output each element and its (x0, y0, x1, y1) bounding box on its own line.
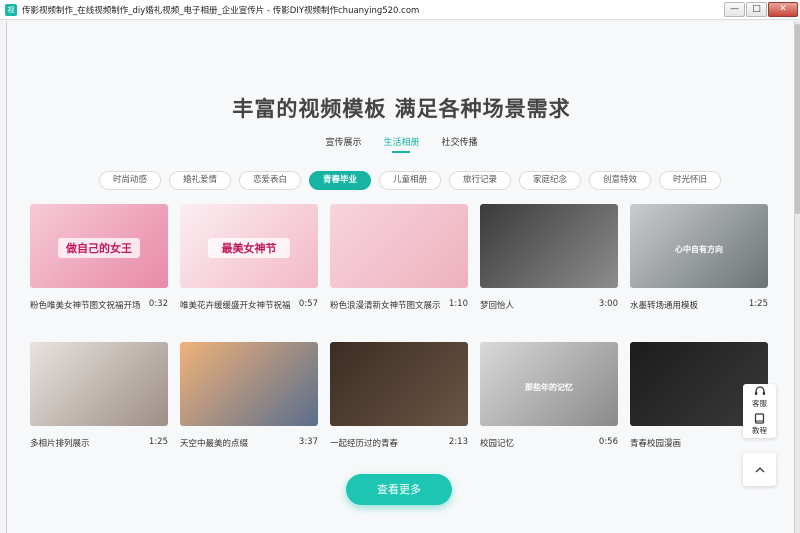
template-thumbnail[interactable] (480, 204, 618, 288)
card-meta: 粉色唯美女神节图文祝福开场 0:32 (30, 299, 168, 311)
card-meta: 天空中最美的点缀 3:37 (180, 437, 318, 449)
template-duration: 1:25 (748, 299, 768, 309)
template-caption: 水墨转场通用模板 (630, 301, 699, 311)
template-thumbnail[interactable] (330, 204, 468, 288)
window-titlebar: 视 传影视频制作_在线视频制作_diy婚礼视频_电子相册_企业宣传片 - 传影D… (0, 0, 800, 20)
content-frame: 丰富的视频模板 满足各种场景需求 宣传展示 生活相册 社交传播 时尚动感 婚礼爱情 恋爱… (6, 21, 795, 533)
card-meta: 青春校园漫画 (630, 437, 768, 449)
template-card[interactable]: 天空中最美的点缀 3:37 (180, 342, 318, 449)
template-duration: 3:37 (298, 437, 318, 447)
chip-5[interactable]: 旅行记录 (449, 171, 511, 190)
template-duration: 0:56 (598, 437, 618, 447)
template-card[interactable]: 一起经历过的青春 2:13 (330, 342, 468, 449)
chip-0[interactable]: 时尚动感 (99, 171, 161, 190)
thumbnail-text: 心中自有方向 (675, 244, 723, 254)
template-duration: 0:57 (298, 299, 318, 309)
template-thumbnail[interactable] (180, 342, 318, 426)
card-meta: 梦回怡人 3:00 (480, 299, 618, 311)
template-caption: 梦回怡人 (480, 301, 515, 311)
window-title: 传影视频制作_在线视频制作_diy婚礼视频_电子相册_企业宣传片 - 传影DIY… (22, 5, 420, 16)
template-card[interactable]: 粉色浪漫清新女神节图文展示 1:10 (330, 204, 468, 311)
chip-8[interactable]: 时光怀旧 (659, 171, 721, 190)
template-thumbnail[interactable] (330, 342, 468, 426)
headset-icon (754, 386, 765, 395)
template-thumbnail[interactable]: 最美女神节 (180, 204, 318, 288)
template-caption: 唯美花卉缓缓盛开女神节祝福 (180, 301, 290, 311)
chip-7[interactable]: 创意特效 (589, 171, 651, 190)
template-thumbnail[interactable]: 做自己的女王 (30, 204, 168, 288)
category-tabs: 宣传展示 生活相册 社交传播 (7, 135, 794, 153)
card-meta: 水墨转场通用模板 1:25 (630, 299, 768, 311)
book-icon (754, 413, 765, 424)
template-duration: 3:00 (598, 299, 618, 309)
template-thumbnail[interactable]: 那些年的记忆 (480, 342, 618, 426)
chevron-up-icon (755, 467, 764, 473)
template-caption: 青春校园漫画 (630, 439, 682, 449)
thumbnail-text: 最美女神节 (208, 238, 290, 258)
page-title: 丰富的视频模板 满足各种场景需求 (232, 97, 571, 121)
template-card[interactable]: 梦回怡人 3:00 (480, 204, 618, 311)
template-thumbnail[interactable]: 心中自有方向 (630, 204, 768, 288)
minimize-button[interactable]: — (724, 2, 745, 17)
view-more-button[interactable]: 查看更多 (346, 474, 452, 505)
template-caption: 多相片排列展示 (30, 439, 90, 449)
template-card[interactable]: 心中自有方向水墨转场通用模板 1:25 (630, 204, 768, 311)
template-duration: 1:10 (448, 299, 468, 309)
card-meta: 一起经历过的青春 2:13 (330, 437, 468, 449)
tutorial-button[interactable]: 教程 (743, 411, 776, 438)
tab-0[interactable]: 宣传展示 (325, 135, 361, 153)
window-controls: — □ ✕ (723, 2, 798, 17)
template-caption: 一起经历过的青春 (330, 439, 399, 449)
template-caption: 粉色浪漫清新女神节图文展示 (330, 301, 440, 311)
tab-1[interactable]: 生活相册 (383, 135, 420, 153)
close-button[interactable]: ✕ (768, 2, 798, 17)
template-thumbnail[interactable] (30, 342, 168, 426)
chip-4[interactable]: 儿童相册 (379, 171, 441, 190)
scrollbar-thumb[interactable] (795, 24, 800, 214)
thumbnail-text: 那些年的记忆 (525, 382, 573, 392)
card-meta: 多相片排列展示 1:25 (30, 437, 168, 449)
customer-service-label: 客服 (752, 399, 767, 408)
card-meta: 唯美花卉缓缓盛开女神节祝福 0:57 (180, 299, 318, 311)
chip-2[interactable]: 恋爱表白 (239, 171, 301, 190)
template-duration: 0:32 (148, 299, 168, 309)
subcategory-chips: 时尚动感 婚礼爱情 恋爱表白 青春毕业 儿童相册 旅行记录 家庭纪念 创意特效 时光怀旧 (99, 171, 729, 190)
maximize-button[interactable]: □ (746, 2, 767, 17)
card-meta: 粉色浪漫清新女神节图文展示 1:10 (330, 299, 468, 311)
side-toolbar: 客服 教程 (743, 384, 776, 438)
template-card[interactable]: 那些年的记忆校园记忆 0:56 (480, 342, 618, 449)
template-card[interactable]: 做自己的女王粉色唯美女神节图文祝福开场 0:32 (30, 204, 168, 311)
template-caption: 天空中最美的点缀 (180, 439, 249, 449)
template-card[interactable]: 最美女神节唯美花卉缓缓盛开女神节祝福 0:57 (180, 204, 318, 311)
template-card[interactable]: 多相片排列展示 1:25 (30, 342, 168, 449)
thumbnail-text: 做自己的女王 (58, 238, 140, 258)
chip-6[interactable]: 家庭纪念 (519, 171, 581, 190)
template-duration: 1:25 (148, 437, 168, 447)
back-to-top-button[interactable] (743, 453, 776, 486)
app-icon: 视 (5, 3, 17, 16)
tutorial-label: 教程 (752, 426, 767, 435)
template-caption: 粉色唯美女神节图文祝福开场 (30, 301, 140, 311)
tab-2[interactable]: 社交传播 (442, 135, 478, 153)
card-meta: 校园记忆 0:56 (480, 437, 618, 449)
chip-3[interactable]: 青春毕业 (309, 171, 371, 190)
customer-service-button[interactable]: 客服 (743, 384, 776, 411)
chip-1[interactable]: 婚礼爱情 (169, 171, 231, 190)
template-duration: 2:13 (448, 437, 468, 447)
template-caption: 校园记忆 (480, 439, 515, 449)
